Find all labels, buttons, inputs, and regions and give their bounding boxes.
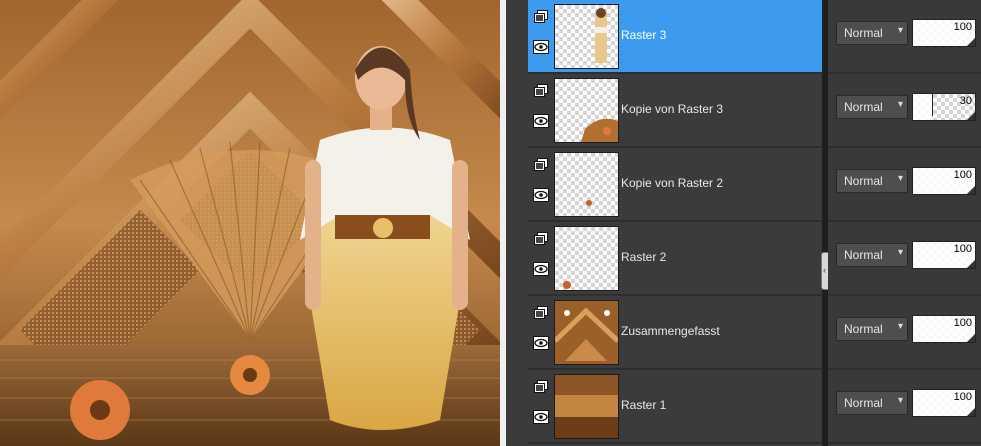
opacity-fill (913, 94, 932, 120)
layer-group-icon[interactable] (533, 10, 549, 24)
opacity-corner-icon (967, 186, 975, 194)
blend-mode-label: Normal (844, 100, 883, 114)
layer-group-icon[interactable] (533, 84, 549, 98)
blend-mode-label: Normal (844, 248, 883, 262)
opacity-slider[interactable]: 30 (912, 93, 976, 121)
layer-props-row: Normal ▾ 100 (828, 370, 981, 444)
layer-thumbnail[interactable] (554, 300, 619, 365)
canvas-artwork (0, 0, 500, 446)
opacity-value: 100 (953, 391, 972, 403)
layer-group-icon[interactable] (533, 380, 549, 394)
layer-row[interactable]: Zusammengefasst (528, 296, 822, 370)
layer-name[interactable]: Zusammengefasst (621, 324, 720, 338)
opacity-slider[interactable]: 100 (912, 389, 976, 417)
opacity-corner-icon (967, 334, 975, 342)
layer-thumbnail[interactable] (554, 4, 619, 69)
visibility-eye-icon[interactable] (533, 262, 549, 276)
layer-group-icon[interactable] (533, 306, 549, 320)
blend-mode-select[interactable]: Normal ▾ (836, 21, 908, 45)
blend-mode-label: Normal (844, 322, 883, 336)
layer-row[interactable]: Kopie von Raster 2 (528, 148, 822, 222)
layer-row[interactable]: Raster 2 (528, 222, 822, 296)
layer-thumbnail[interactable] (554, 78, 619, 143)
blend-mode-select[interactable]: Normal ▾ (836, 391, 908, 415)
visibility-eye-icon[interactable] (533, 40, 549, 54)
opacity-slider[interactable]: 100 (912, 167, 976, 195)
visibility-eye-icon[interactable] (533, 336, 549, 350)
opacity-marker[interactable] (932, 94, 933, 116)
workspace-gutter (506, 0, 528, 446)
opacity-corner-icon (967, 112, 975, 120)
visibility-eye-icon[interactable] (533, 114, 549, 128)
layer-properties-panel: Normal ▾ 100 Normal ▾ 30 Normal ▾ 100 Normal ▾ 100 N… (828, 0, 981, 446)
opacity-slider[interactable]: 100 (912, 315, 976, 343)
blend-mode-label: Normal (844, 396, 883, 410)
layer-name[interactable]: Raster 2 (621, 250, 666, 264)
blend-mode-select[interactable]: Normal ▾ (836, 317, 908, 341)
blend-mode-label: Normal (844, 26, 883, 40)
chevron-down-icon: ▾ (897, 173, 903, 184)
image-canvas[interactable] (0, 0, 500, 446)
visibility-eye-icon[interactable] (533, 410, 549, 424)
layer-props-row: Normal ▾ 100 (828, 148, 981, 222)
chevron-down-icon: ▾ (897, 247, 903, 258)
blend-mode-select[interactable]: Normal ▾ (836, 169, 908, 193)
opacity-corner-icon (967, 38, 975, 46)
layer-group-icon[interactable] (533, 232, 549, 246)
layer-thumbnail[interactable] (554, 152, 619, 217)
layer-name[interactable]: Raster 3 (621, 28, 666, 42)
chevron-down-icon: ▾ (897, 25, 903, 36)
opacity-corner-icon (967, 408, 975, 416)
layer-name[interactable]: Raster 1 (621, 398, 666, 412)
blend-mode-select[interactable]: Normal ▾ (836, 95, 908, 119)
layer-thumbnail[interactable] (554, 226, 619, 291)
opacity-slider[interactable]: 100 (912, 19, 976, 47)
layers-panel: Raster 3 Kopie von Raster 3 Kopie von Rast… (528, 0, 822, 446)
layer-name[interactable]: Kopie von Raster 2 (621, 176, 723, 190)
layer-props-row: Normal ▾ 100 (828, 0, 981, 74)
opacity-value: 30 (959, 95, 972, 107)
layer-name[interactable]: Kopie von Raster 3 (621, 102, 723, 116)
layer-props-row: Normal ▾ 100 (828, 222, 981, 296)
layer-row[interactable]: Raster 3 (528, 0, 822, 74)
chevron-down-icon: ▾ (897, 321, 903, 332)
opacity-corner-icon (967, 260, 975, 268)
chevron-down-icon: ▾ (897, 395, 903, 406)
layer-props-row: Normal ▾ 30 (828, 74, 981, 148)
flower-left (70, 380, 130, 440)
opacity-slider[interactable]: 100 (912, 241, 976, 269)
opacity-value: 100 (953, 21, 972, 33)
layer-group-icon[interactable] (533, 158, 549, 172)
opacity-value: 100 (953, 317, 972, 329)
layer-row[interactable]: Raster 1 (528, 370, 822, 444)
opacity-value: 100 (953, 243, 972, 255)
opacity-value: 100 (953, 169, 972, 181)
layer-row[interactable]: Kopie von Raster 3 (528, 74, 822, 148)
blend-mode-select[interactable]: Normal ▾ (836, 243, 908, 267)
layer-thumbnail[interactable] (554, 374, 619, 439)
blend-mode-label: Normal (844, 174, 883, 188)
chevron-down-icon: ▾ (897, 99, 903, 110)
visibility-eye-icon[interactable] (533, 188, 549, 202)
layer-props-row: Normal ▾ 100 (828, 296, 981, 370)
